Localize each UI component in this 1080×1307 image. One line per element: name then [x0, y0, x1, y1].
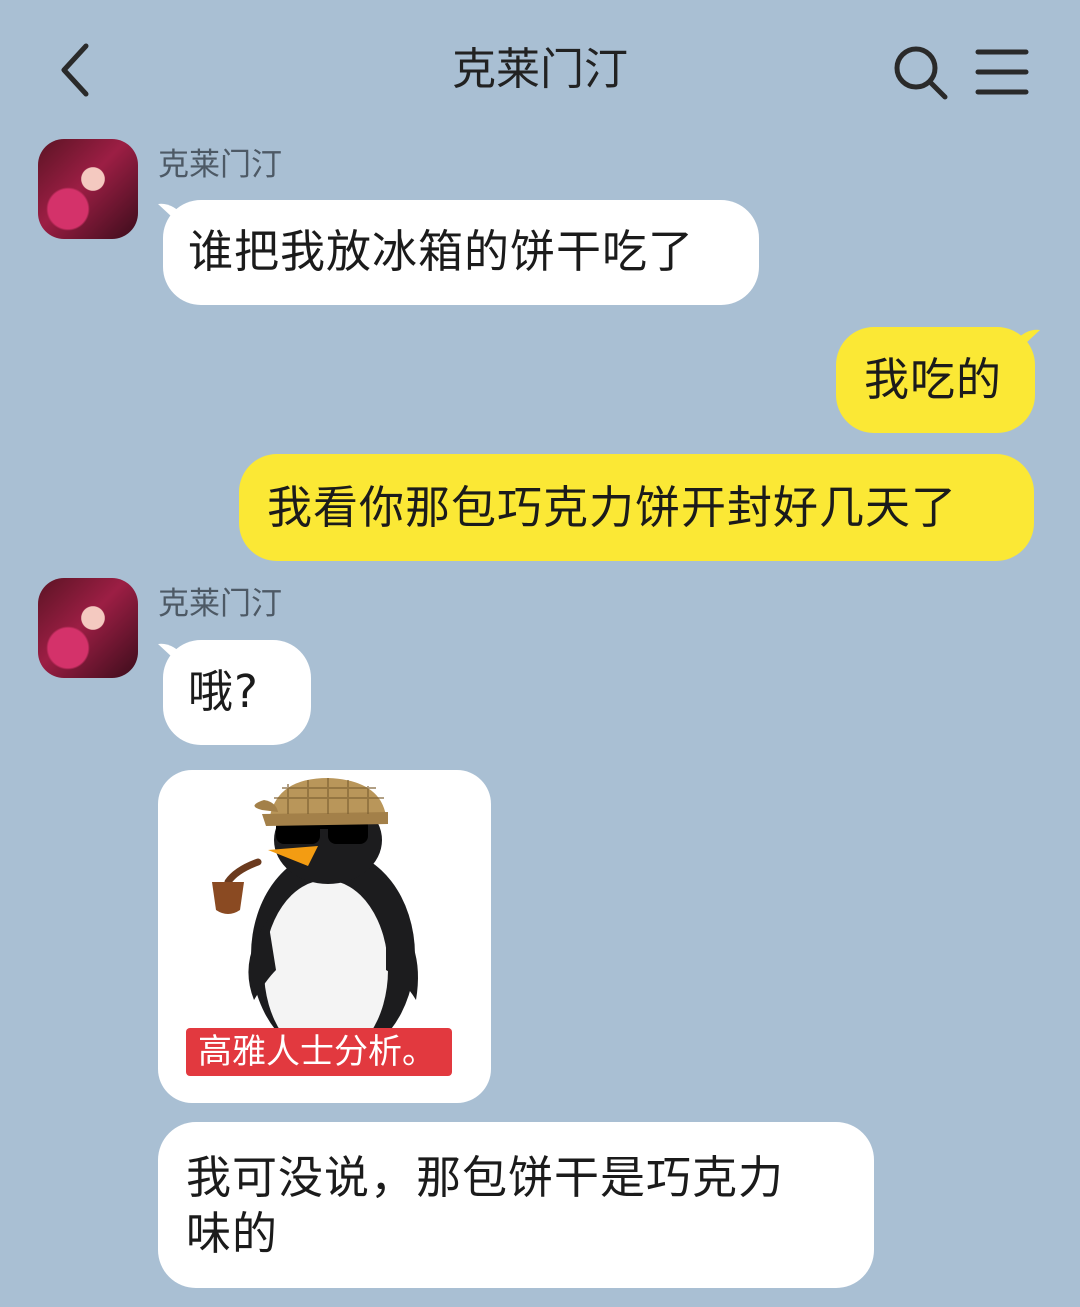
sender-name: 克莱门汀 [158, 586, 282, 622]
message-text: 谁把我放冰箱的饼干吃了 [188, 225, 695, 278]
bubble-tail [1012, 329, 1040, 356]
message-text-line1: 我可没说，那包饼干是巧克力 [186, 1151, 785, 1204]
menu-button[interactable] [974, 44, 1030, 100]
sender-name: 克莱门汀 [158, 147, 282, 183]
sticker-message[interactable]: 高雅人士分析。 [158, 770, 491, 1103]
message-bubble[interactable]: 谁把我放冰箱的饼干吃了 [163, 200, 759, 305]
top-bar: 克莱门汀 [0, 0, 1080, 140]
search-button[interactable] [890, 42, 950, 102]
message-bubble[interactable]: 哦? [163, 640, 311, 745]
message-bubble[interactable]: 我看你那包巧克力饼开封好几天了 [239, 454, 1034, 561]
message-text: 哦? [188, 665, 259, 718]
search-icon [894, 46, 948, 100]
message-text: 我吃的 [864, 353, 1003, 406]
hamburger-menu-icon [975, 49, 1029, 95]
message-text: 我看你那包巧克力饼开封好几天了 [267, 481, 958, 534]
contact-avatar[interactable] [38, 139, 138, 239]
sticker-caption: 高雅人士分析。 [186, 1028, 452, 1076]
message-text-line2: 味的 [186, 1207, 279, 1260]
contact-avatar[interactable] [38, 578, 138, 678]
message-bubble[interactable]: 我可没说，那包饼干是巧克力 味的 [158, 1122, 874, 1288]
message-bubble[interactable]: 我吃的 [836, 327, 1035, 433]
